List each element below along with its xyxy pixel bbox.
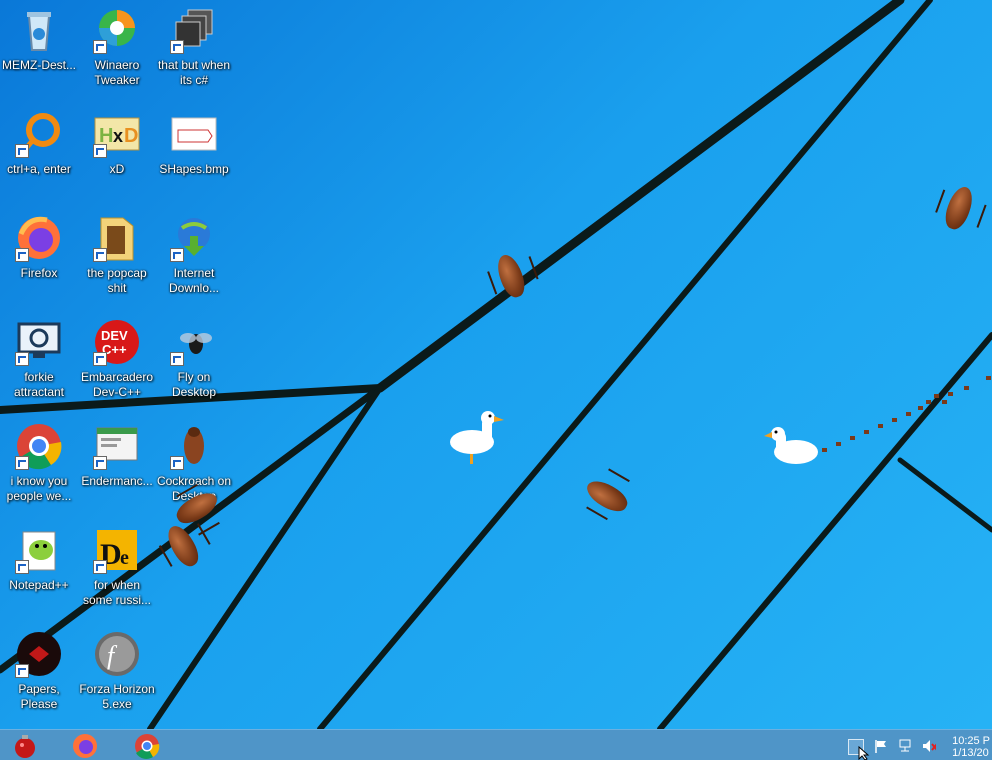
svg-text:x: x xyxy=(113,126,123,146)
desktop-icon-devcpp[interactable]: DEV C++ Embarcadero Dev-C++ xyxy=(78,318,156,400)
icon-label: i know you people we... xyxy=(6,474,72,503)
notepadpp-icon xyxy=(15,526,63,574)
goose-sprite xyxy=(450,411,504,464)
desktop-icon-fly[interactable]: Fly on Desktop xyxy=(155,318,233,400)
shortcut-arrow-icon xyxy=(93,352,107,366)
desktop-icon-notepadpp[interactable]: Notepad++ xyxy=(0,526,78,593)
winaero-icon xyxy=(93,6,141,54)
shortcut-arrow-icon xyxy=(170,248,184,262)
icon-label: Notepad++ xyxy=(9,578,69,592)
flag-icon[interactable] xyxy=(874,739,888,753)
globe-download-icon xyxy=(170,214,218,262)
desktop-icon-popcap-folder[interactable]: the popcap shit xyxy=(78,214,156,296)
flash-icon: f xyxy=(93,630,141,678)
taskbar: 10:25 P 1/13/20 xyxy=(0,729,992,760)
icon-label: Papers, Please xyxy=(18,682,60,711)
icon-label: forkie attractant xyxy=(13,370,65,399)
clock-date: 1/13/20 xyxy=(952,747,989,759)
chrome-icon xyxy=(135,734,160,759)
devcpp-icon: DEV C++ xyxy=(93,318,141,366)
clock-time: 10:25 P xyxy=(952,735,990,747)
icon-label: Fly on Desktop xyxy=(171,370,217,399)
mouse-cursor-icon xyxy=(858,746,870,760)
icon-label: Firefox xyxy=(20,266,58,280)
bitmap-icon xyxy=(170,110,218,158)
fly-icon xyxy=(170,318,218,366)
desktop-icon-endermanch[interactable]: Endermanc... xyxy=(78,422,156,489)
svg-text:e: e xyxy=(120,547,129,569)
desktop-icon-idm[interactable]: Internet Downlo... xyxy=(155,214,233,296)
icon-label: that but when its c# xyxy=(157,58,231,87)
desktop-icon-winaero[interactable]: Winaero Tweaker xyxy=(78,6,156,88)
taskbar-app-ornament[interactable] xyxy=(12,733,38,759)
shortcut-arrow-icon xyxy=(15,560,29,574)
cockroach-icon xyxy=(170,422,218,470)
firefox-icon xyxy=(73,734,97,758)
ring-icon xyxy=(15,110,63,158)
icon-label: xD xyxy=(109,162,125,176)
desktop-icon-firefox[interactable]: Firefox xyxy=(0,214,78,281)
folder-icon xyxy=(93,214,141,262)
papers-please-icon xyxy=(15,630,63,678)
de-icon: De xyxy=(93,526,141,574)
goose-sprite xyxy=(764,427,818,464)
taskbar-app-chrome[interactable] xyxy=(134,733,160,759)
desktop-icon-memz[interactable]: MEMZ-Dest... xyxy=(0,6,78,73)
desktop-icon-that-but-csharp[interactable]: that but when its c# xyxy=(155,6,233,88)
desktop-icon-papers-please[interactable]: Papers, Please xyxy=(0,630,78,712)
monitor-gear-icon xyxy=(15,318,63,366)
icon-label: MEMZ-Dest... xyxy=(2,58,76,72)
svg-text:DEV: DEV xyxy=(101,328,128,343)
window-app-icon xyxy=(93,422,141,470)
volume-muted-icon[interactable] xyxy=(922,739,936,753)
shortcut-arrow-icon xyxy=(15,456,29,470)
shortcut-arrow-icon xyxy=(15,352,29,366)
shortcut-arrow-icon xyxy=(93,456,107,470)
shortcut-arrow-icon xyxy=(15,664,29,678)
desktop-icon-chrome[interactable]: i know you people we... xyxy=(0,422,78,504)
hxd-icon: HxD xyxy=(93,110,141,158)
desktop-icon-shapes-bmp[interactable]: SHapes.bmp xyxy=(155,110,233,177)
icon-label: SHapes.bmp xyxy=(159,162,229,176)
shortcut-arrow-icon xyxy=(93,40,107,54)
shortcut-arrow-icon xyxy=(93,144,107,158)
taskbar-app-firefox[interactable] xyxy=(72,733,98,759)
icon-label: Forza Horizon 5.exe xyxy=(79,682,155,711)
shortcut-arrow-icon xyxy=(170,40,184,54)
svg-text:D: D xyxy=(124,125,138,147)
shortcut-arrow-icon xyxy=(170,456,184,470)
desktop-icon-forza[interactable]: f Forza Horizon 5.exe xyxy=(78,630,156,712)
shortcut-arrow-icon xyxy=(15,248,29,262)
shortcut-arrow-icon xyxy=(15,144,29,158)
shortcut-arrow-icon xyxy=(93,248,107,262)
desktop-icon-de[interactable]: De for when some russi... xyxy=(78,526,156,608)
taskbar-clock[interactable]: 10:25 P 1/13/20 xyxy=(952,735,990,759)
icon-label: Winaero Tweaker xyxy=(94,58,140,87)
icon-label: Endermanc... xyxy=(81,474,153,488)
icon-label: the popcap shit xyxy=(87,266,147,295)
desktop-icon-forkie[interactable]: forkie attractant xyxy=(0,318,78,400)
shortcut-arrow-icon xyxy=(170,352,184,366)
desktop[interactable]: MEMZ-Dest... ctrl+a, enter Firefox forki… xyxy=(0,0,992,729)
desktop-icon-xd[interactable]: HxD xD xyxy=(78,110,156,177)
ornament-icon xyxy=(15,735,35,758)
recycle-bin-icon xyxy=(15,6,63,54)
stack-icon xyxy=(170,6,218,54)
network-icon[interactable] xyxy=(898,739,912,753)
goose-mud-trail xyxy=(822,376,991,452)
chrome-icon xyxy=(15,422,63,470)
icon-label: Internet Downlo... xyxy=(168,266,220,295)
icon-label: Embarcadero Dev-C++ xyxy=(80,370,154,399)
icon-label: for when some russi... xyxy=(82,578,151,607)
shortcut-arrow-icon xyxy=(93,560,107,574)
firefox-icon xyxy=(15,214,63,262)
desktop-icon-ctrl-a-enter[interactable]: ctrl+a, enter xyxy=(0,110,78,177)
icon-label: ctrl+a, enter xyxy=(7,162,71,176)
